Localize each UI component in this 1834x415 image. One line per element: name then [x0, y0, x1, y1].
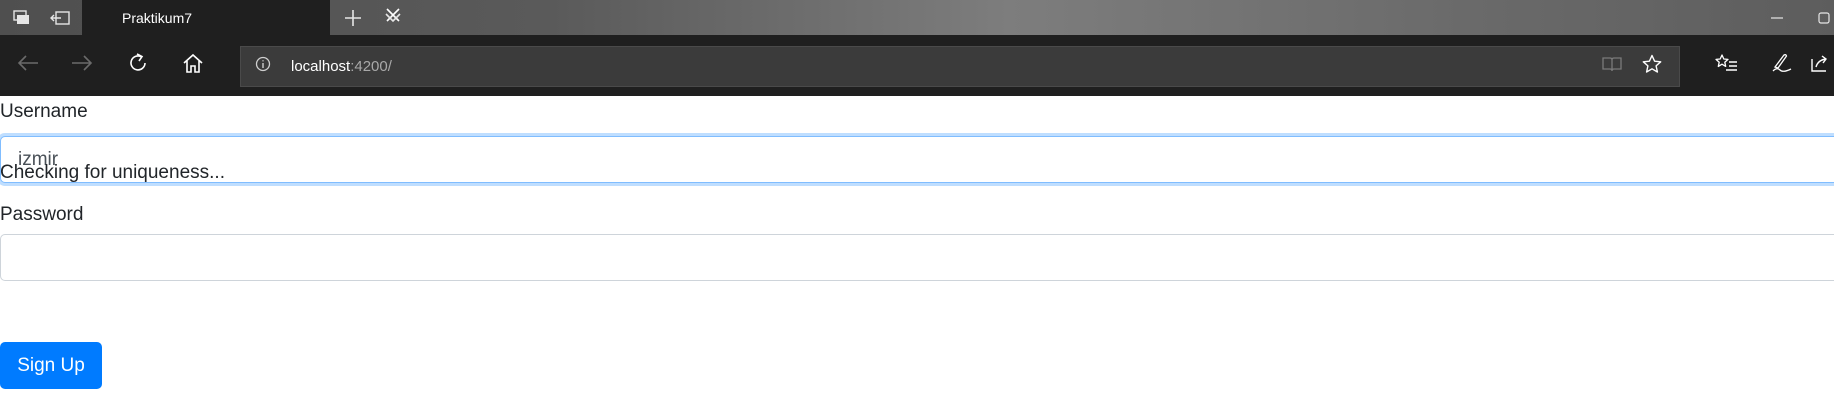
back-arrow-icon [17, 55, 39, 76]
browser-title-bar: Praktikum7 [0, 0, 1834, 35]
minimize-button[interactable] [1762, 0, 1792, 35]
tab-praktikum7[interactable]: Praktikum7 [82, 0, 400, 35]
address-bar[interactable]: localhost:4200/ [240, 46, 1680, 87]
set-tabs-aside-icon [50, 10, 70, 25]
reading-view-button[interactable] [1597, 47, 1627, 86]
refresh-button[interactable] [118, 35, 158, 96]
home-icon [182, 53, 204, 78]
share-button[interactable] [1810, 35, 1834, 96]
star-icon [1642, 54, 1662, 79]
tab-title: Praktikum7 [122, 10, 193, 26]
back-button[interactable] [8, 35, 48, 96]
chevron-down-icon [385, 12, 401, 23]
favorites-hub-button[interactable] [1706, 35, 1746, 96]
home-button[interactable] [173, 35, 213, 96]
refresh-icon [127, 52, 149, 79]
sign-up-button[interactable]: Sign Up [0, 342, 102, 389]
username-input[interactable] [0, 136, 1834, 183]
password-label: Password [0, 204, 84, 225]
minimize-icon [1771, 16, 1783, 19]
favorites-list-icon [1714, 53, 1738, 78]
forward-arrow-icon [71, 55, 93, 76]
tab-list-button[interactable] [378, 0, 408, 35]
uniqueness-status-text: Checking for uniqueness... [0, 162, 225, 183]
browser-navigation-bar: localhost:4200/ [0, 35, 1834, 96]
password-input[interactable] [0, 234, 1834, 281]
book-icon [1602, 56, 1622, 77]
favorite-button[interactable] [1637, 47, 1667, 86]
site-info-button[interactable] [255, 47, 271, 86]
web-note-button[interactable] [1762, 35, 1802, 96]
tabs-aside-icon [13, 9, 31, 26]
address-port-path: :4200/ [350, 58, 392, 75]
address-host: localhost [291, 58, 351, 75]
maximize-icon [1818, 11, 1830, 24]
info-icon [255, 56, 271, 77]
forward-button[interactable] [62, 35, 102, 96]
page-content: Username Checking for uniqueness... Pass… [0, 96, 1834, 415]
maximize-button[interactable] [1818, 0, 1834, 35]
tabs-aside-button[interactable] [6, 0, 38, 35]
address-url[interactable]: localhost:4200/ [291, 58, 392, 75]
share-icon [1810, 53, 1830, 78]
username-label: Username [0, 101, 88, 122]
pen-icon [1771, 53, 1793, 78]
set-tabs-aside-button[interactable] [44, 0, 76, 35]
new-tab-button[interactable] [338, 0, 368, 35]
plus-icon [344, 9, 362, 27]
